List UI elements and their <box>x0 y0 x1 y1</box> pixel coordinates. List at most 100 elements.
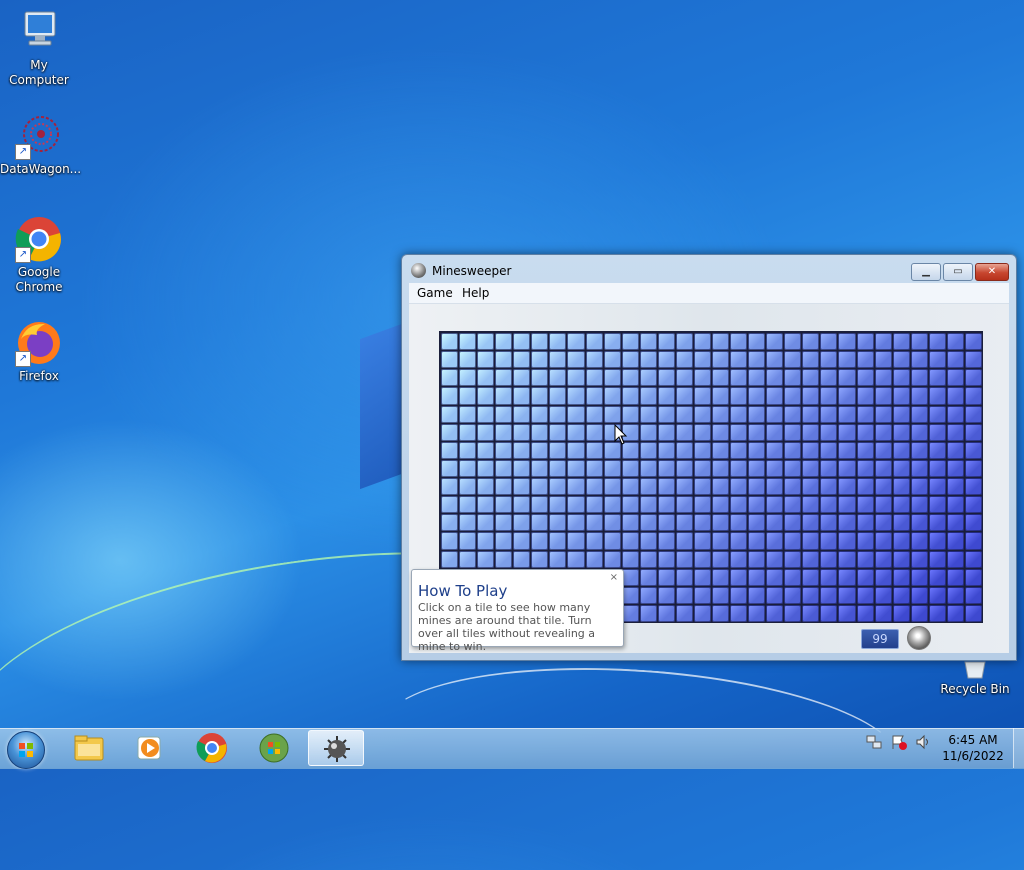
mine-tile[interactable] <box>730 459 748 477</box>
mine-tile[interactable] <box>838 459 856 477</box>
mine-tile[interactable] <box>748 441 766 459</box>
mine-tile[interactable] <box>946 387 964 405</box>
mine-tile[interactable] <box>892 387 910 405</box>
mine-tile[interactable] <box>603 550 621 568</box>
mine-tile[interactable] <box>784 532 802 550</box>
mine-tile[interactable] <box>531 478 549 496</box>
mine-tile[interactable] <box>712 441 730 459</box>
mine-tile[interactable] <box>820 496 838 514</box>
mine-tile[interactable] <box>531 333 549 351</box>
mine-tile[interactable] <box>730 351 748 369</box>
mine-tile[interactable] <box>549 532 567 550</box>
mine-tile[interactable] <box>675 387 693 405</box>
mine-tile[interactable] <box>856 586 874 604</box>
mine-tile[interactable] <box>928 351 946 369</box>
mine-tile[interactable] <box>603 351 621 369</box>
mine-tile[interactable] <box>441 550 459 568</box>
mine-tile[interactable] <box>639 586 657 604</box>
mine-tile[interactable] <box>928 514 946 532</box>
mine-tile[interactable] <box>928 441 946 459</box>
mine-tile[interactable] <box>748 423 766 441</box>
mine-tile[interactable] <box>567 532 585 550</box>
taskbar-media-player[interactable] <box>122 730 178 766</box>
mine-tile[interactable] <box>495 496 513 514</box>
mine-tile[interactable] <box>730 405 748 423</box>
menu-help[interactable]: Help <box>462 286 489 300</box>
mine-tile[interactable] <box>874 333 892 351</box>
mine-tile[interactable] <box>459 351 477 369</box>
mine-tile[interactable] <box>549 369 567 387</box>
mine-tile[interactable] <box>693 496 711 514</box>
mine-tile[interactable] <box>513 550 531 568</box>
mine-tile[interactable] <box>441 441 459 459</box>
mine-tile[interactable] <box>730 478 748 496</box>
mine-tile[interactable] <box>856 369 874 387</box>
mine-tile[interactable] <box>910 423 928 441</box>
mine-tile[interactable] <box>585 550 603 568</box>
mine-tile[interactable] <box>657 496 675 514</box>
mine-tile[interactable] <box>567 351 585 369</box>
system-clock[interactable]: 6:45 AM 11/6/2022 <box>936 732 1010 764</box>
mine-tile[interactable] <box>856 441 874 459</box>
mine-tile[interactable] <box>874 478 892 496</box>
mine-tile[interactable] <box>639 387 657 405</box>
mine-tile[interactable] <box>675 550 693 568</box>
mine-tile[interactable] <box>874 387 892 405</box>
mine-tile[interactable] <box>567 478 585 496</box>
mine-tile[interactable] <box>585 514 603 532</box>
mine-tile[interactable] <box>856 532 874 550</box>
mine-tile[interactable] <box>820 478 838 496</box>
mine-tile[interactable] <box>964 568 982 586</box>
mine-tile[interactable] <box>946 441 964 459</box>
maximize-button[interactable]: ▭ <box>943 263 973 281</box>
mine-tile[interactable] <box>621 496 639 514</box>
taskbar-explorer[interactable] <box>61 730 117 766</box>
mine-tile[interactable] <box>910 351 928 369</box>
mine-tile[interactable] <box>856 333 874 351</box>
mine-tile[interactable] <box>748 514 766 532</box>
mine-tile[interactable] <box>639 514 657 532</box>
mine-tile[interactable] <box>477 478 495 496</box>
mine-tile[interactable] <box>748 478 766 496</box>
mine-tile[interactable] <box>766 423 784 441</box>
mine-tile[interactable] <box>874 586 892 604</box>
mine-tile[interactable] <box>766 351 784 369</box>
mine-tile[interactable] <box>964 441 982 459</box>
mine-tile[interactable] <box>910 369 928 387</box>
mine-tile[interactable] <box>657 351 675 369</box>
mine-tile[interactable] <box>621 387 639 405</box>
mine-tile[interactable] <box>910 405 928 423</box>
mine-tile[interactable] <box>441 496 459 514</box>
mine-tile[interactable] <box>621 351 639 369</box>
mine-tile[interactable] <box>766 333 784 351</box>
mine-tile[interactable] <box>693 387 711 405</box>
mine-tile[interactable] <box>784 441 802 459</box>
mine-tile[interactable] <box>802 532 820 550</box>
mine-tile[interactable] <box>531 441 549 459</box>
mine-tile[interactable] <box>910 550 928 568</box>
start-button[interactable] <box>7 731 45 769</box>
mine-tile[interactable] <box>910 478 928 496</box>
mine-tile[interactable] <box>657 514 675 532</box>
mine-tile[interactable] <box>513 441 531 459</box>
mine-tile[interactable] <box>748 351 766 369</box>
mine-tile[interactable] <box>585 532 603 550</box>
mine-tile[interactable] <box>585 333 603 351</box>
mine-tile[interactable] <box>874 550 892 568</box>
mine-tile[interactable] <box>784 459 802 477</box>
mine-tile[interactable] <box>621 568 639 586</box>
mine-tile[interactable] <box>856 459 874 477</box>
mine-tile[interactable] <box>712 604 730 622</box>
mine-tile[interactable] <box>748 405 766 423</box>
mine-tile[interactable] <box>603 387 621 405</box>
mine-tile[interactable] <box>639 478 657 496</box>
mine-tile[interactable] <box>567 387 585 405</box>
mine-tile[interactable] <box>459 423 477 441</box>
mine-tile[interactable] <box>820 351 838 369</box>
mine-tile[interactable] <box>802 514 820 532</box>
mine-tile[interactable] <box>856 604 874 622</box>
mine-tile[interactable] <box>477 532 495 550</box>
mine-tile[interactable] <box>964 496 982 514</box>
desktop-icon-google-chrome[interactable]: ↗ Google Chrome <box>0 215 78 295</box>
menu-game[interactable]: Game <box>417 286 453 300</box>
